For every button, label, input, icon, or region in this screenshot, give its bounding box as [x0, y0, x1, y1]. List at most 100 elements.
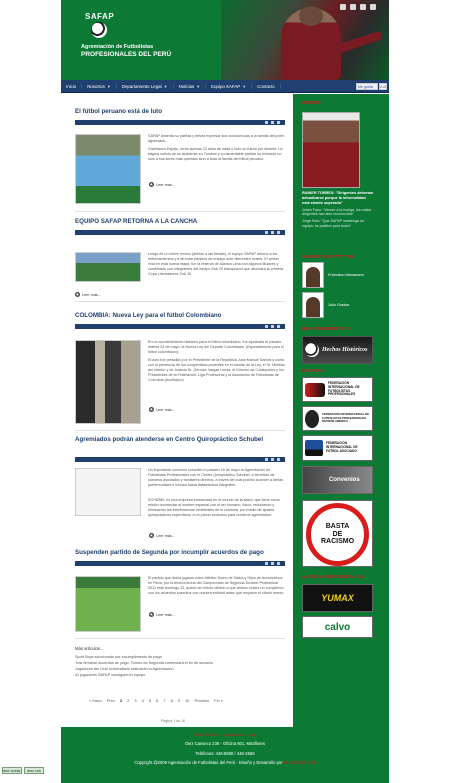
nav-item-inicio[interactable]: Inicio [61, 83, 83, 89]
chevron-down-icon: ▼ [106, 83, 111, 89]
racism-text: DE [332, 530, 343, 538]
print-icon[interactable] [271, 325, 274, 328]
opinion-block: RAINER TORRES: "Dirigentes deberían actu… [302, 191, 373, 228]
fifpro-america-logo-icon [305, 409, 319, 428]
article-title[interactable]: Agremiados podrán atenderse en Centro Qu… [75, 436, 285, 443]
sponsor-yumax[interactable]: YUMAX [302, 584, 373, 612]
article-toolbar [75, 120, 285, 125]
twitter-user[interactable]: Julio Grados [302, 292, 349, 318]
email-icon[interactable] [277, 231, 280, 234]
soccer-ball-icon [305, 343, 319, 357]
pagination-page[interactable]: 5 [149, 698, 151, 703]
pagination-page[interactable]: 9 [178, 698, 180, 703]
twitter-user-name: Francisco Manassero [328, 273, 365, 277]
facebook-icon[interactable] [340, 4, 346, 10]
facebook-like-button[interactable]: Me gusta [356, 83, 378, 90]
article-title[interactable]: COLOMBIA: Nueva Ley para el fútbol Colom… [75, 312, 285, 319]
pagination-page[interactable]: 4 [142, 698, 144, 703]
pdf-icon[interactable] [265, 325, 268, 328]
pagination-page[interactable]: 8 [171, 698, 173, 703]
historic-banner[interactable]: Hechos Históricos [302, 336, 373, 364]
like-label: Me gusta [358, 84, 373, 89]
twitter-icon[interactable] [350, 4, 356, 10]
rss-icon[interactable] [370, 4, 376, 10]
pagination-page[interactable]: 10 [185, 698, 189, 703]
designer-link[interactable]: MUSSINGS NET [284, 760, 316, 765]
fifa-logo-icon [305, 440, 323, 456]
pagination-page[interactable]: 3 [134, 698, 136, 703]
opinion-link[interactable]: Johan Fano: "Vencer a la huelga, los mal… [302, 208, 373, 217]
nav-label: Departamento Legal [121, 83, 162, 89]
link-banner-fifpro[interactable]: FEDERACIÓN INTERNACIONAL DE FUTBOLISTAS … [302, 377, 373, 402]
pdf-icon[interactable] [265, 231, 268, 234]
w3c-css-badge[interactable]: W3C CSS [24, 767, 44, 774]
header-subtitle: PROFESIONALES DEL PERÚ [81, 51, 172, 58]
pagination-page[interactable]: 7 [163, 698, 165, 703]
page: SAFAP Agremiación de Futbolistas PROFESI… [61, 0, 389, 783]
sponsor-calvo[interactable]: calvo [302, 616, 373, 638]
article-title[interactable]: Suspenden partido de Segunda por incumpl… [75, 549, 285, 556]
email-icon[interactable] [277, 121, 280, 124]
article-image [75, 340, 141, 424]
read-more-link[interactable]: Leer más... [149, 612, 175, 617]
link-banner-fifa[interactable]: FEDERACIÓN INTERNACIONAL DE FÚTBOL ASOCI… [302, 435, 373, 461]
youtube-icon[interactable] [360, 4, 366, 10]
pagination-prev[interactable]: Prev [107, 698, 115, 703]
read-more-link[interactable]: Leer más... [149, 533, 175, 538]
historic-title: Hechos Históricos [302, 326, 350, 331]
read-more-link[interactable]: Leer más... [149, 182, 175, 187]
read-more-label: Leer más... [156, 533, 175, 538]
pagination-page[interactable]: 6 [156, 698, 158, 703]
pdf-icon[interactable] [265, 562, 268, 565]
nav-item-nosotros[interactable]: Nosotros ▼ [82, 83, 117, 89]
main-nav: Inicio Nosotros ▼ Departamento Legal ▼ Not… [61, 80, 389, 93]
read-more-link[interactable]: Leer más... [75, 292, 101, 297]
opinion-headline[interactable]: RAINER TORRES: "Dirigentes deberían actu… [302, 191, 373, 206]
nav-label: Noticias [178, 83, 195, 89]
racism-banner[interactable]: BASTA DE RACISMO [302, 500, 373, 567]
email-icon[interactable] [277, 458, 280, 461]
print-icon[interactable] [271, 231, 274, 234]
pagination-next[interactable]: Próximo [194, 698, 209, 703]
site-logo[interactable]: SAFAP [85, 12, 114, 21]
link-banner-fifpro-america[interactable]: FEDERACIÓN INTERNACIONAL DE FUTBOLISTAS … [302, 406, 373, 431]
print-icon[interactable] [271, 562, 274, 565]
divider [75, 638, 285, 639]
footer-nav[interactable]: Inicio · Nosotros · Departamento Legal [61, 733, 389, 737]
opinion-photo [302, 112, 360, 188]
article-paragraph: Un importante convenio suscribió el pasa… [148, 468, 284, 487]
pdf-icon[interactable] [265, 458, 268, 461]
opinion-title: Opinión [302, 100, 321, 105]
link-banner-label: Convenios [329, 477, 360, 483]
article-image [75, 252, 141, 282]
nav-item-noticias[interactable]: Noticias ▼ [174, 83, 207, 89]
pagination-last[interactable]: Fin » [214, 698, 223, 703]
pagination-page[interactable]: 2 [127, 698, 129, 703]
pdf-icon[interactable] [265, 121, 268, 124]
twitter-title: Síguenos en Twitter [302, 254, 354, 259]
divider [75, 211, 285, 212]
nav-item-contacto[interactable]: Contacto [252, 83, 281, 89]
print-icon[interactable] [271, 121, 274, 124]
email-icon[interactable] [277, 562, 280, 565]
header-title: Agremiación de Futbolistas [81, 44, 154, 50]
w3c-html-badge[interactable]: W3C XHTML [2, 767, 22, 774]
email-icon[interactable] [277, 325, 280, 328]
nav-label: Nosotros [87, 83, 105, 89]
link-banner-convenios[interactable]: Convenios [302, 466, 373, 494]
chevron-down-icon: ▼ [163, 83, 168, 89]
opinion-link[interactable]: Jorge Soto: "Que SAFAP mantenga un equip… [302, 219, 373, 228]
pagination-first[interactable]: « Inicio [89, 698, 102, 703]
nav-item-departamento-legal[interactable]: Departamento Legal ▼ [117, 83, 174, 89]
article-title[interactable]: EQUIPO SAFAP RETORNA A LA CANCHA [75, 218, 285, 225]
twitter-user[interactable]: Francisco Manassero [302, 262, 364, 288]
print-icon[interactable] [271, 458, 274, 461]
pagination: « Inicio Prev 1 2 3 4 5 6 7 8 9 10 Próxi… [89, 698, 223, 703]
read-more-link[interactable]: Leer más... [149, 407, 175, 412]
read-more-label: Leer más... [156, 407, 175, 412]
more-article-link[interactable]: 41 jugadores SAFAP consiguieron equipo [75, 672, 285, 678]
nav-item-equipo-safap[interactable]: Equipo SAFAP ▼ [206, 83, 253, 89]
soccer-ball-icon [91, 22, 107, 38]
article-title[interactable]: El fútbol peruano está de luto [75, 108, 285, 115]
historic-label: Hechos Históricos [322, 346, 368, 353]
